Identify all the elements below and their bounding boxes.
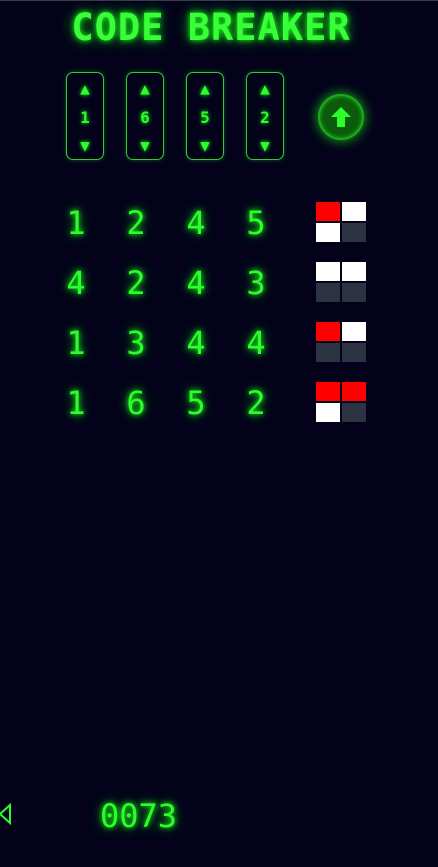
digit-selector-2: ▲ 6 ▼ bbox=[126, 72, 164, 160]
guess-row: 1 2 4 5 bbox=[0, 202, 438, 243]
digit-selector-4: ▲ 2 ▼ bbox=[246, 72, 284, 160]
feedback-peg-red bbox=[316, 322, 340, 341]
guess-digit: 5 bbox=[246, 204, 266, 242]
guess-digit: 1 bbox=[66, 384, 86, 422]
guess-digit: 4 bbox=[186, 324, 206, 362]
guess-digit: 3 bbox=[246, 264, 266, 302]
feedback-peg-empty bbox=[342, 283, 366, 302]
digit-selector-3: ▲ 5 ▼ bbox=[186, 72, 224, 160]
feedback-peg-red bbox=[342, 382, 366, 401]
feedback-pegs bbox=[316, 202, 366, 242]
feedback-pegs bbox=[316, 262, 366, 302]
feedback-peg-empty bbox=[342, 223, 366, 242]
submit-guess-button[interactable] bbox=[318, 94, 364, 140]
arrow-up-icon bbox=[331, 107, 351, 127]
feedback-peg-red bbox=[316, 382, 340, 401]
triangle-down-icon[interactable]: ▼ bbox=[67, 138, 103, 154]
selector-digit: 5 bbox=[200, 108, 210, 127]
guess-digit: 4 bbox=[246, 324, 266, 362]
triangle-down-icon[interactable]: ▼ bbox=[187, 138, 223, 154]
feedback-peg-white bbox=[342, 262, 366, 281]
guess-digit: 2 bbox=[246, 384, 266, 422]
move-counter: 0073 bbox=[100, 797, 178, 835]
feedback-peg-empty bbox=[342, 403, 366, 422]
selector-digit: 2 bbox=[260, 108, 270, 127]
feedback-peg-empty bbox=[316, 283, 340, 302]
feedback-peg-white bbox=[316, 403, 340, 422]
digit-selector-1: ▲ 1 ▼ bbox=[66, 72, 104, 160]
selector-digit: 1 bbox=[80, 108, 90, 127]
feedback-pegs bbox=[316, 382, 366, 422]
feedback-peg-empty bbox=[316, 343, 340, 362]
guess-row: 1 3 4 4 bbox=[0, 322, 438, 363]
triangle-left-icon[interactable] bbox=[0, 803, 12, 825]
feedback-pegs bbox=[316, 322, 366, 362]
guess-digit: 5 bbox=[186, 384, 206, 422]
triangle-up-icon[interactable]: ▲ bbox=[187, 81, 223, 97]
feedback-peg-empty bbox=[342, 343, 366, 362]
feedback-peg-red bbox=[316, 202, 340, 221]
triangle-up-icon[interactable]: ▲ bbox=[247, 81, 283, 97]
feedback-peg-white bbox=[316, 223, 340, 242]
guess-digit: 2 bbox=[126, 264, 146, 302]
triangle-down-icon[interactable]: ▼ bbox=[247, 138, 283, 154]
triangle-up-icon[interactable]: ▲ bbox=[67, 81, 103, 97]
triangle-down-icon[interactable]: ▼ bbox=[127, 138, 163, 154]
guess-digit: 4 bbox=[186, 204, 206, 242]
triangle-up-icon[interactable]: ▲ bbox=[127, 81, 163, 97]
guess-digit: 4 bbox=[186, 264, 206, 302]
feedback-peg-white bbox=[342, 202, 366, 221]
feedback-peg-white bbox=[342, 322, 366, 341]
top-border bbox=[0, 0, 438, 1]
guess-digit: 2 bbox=[126, 204, 146, 242]
guess-digit: 4 bbox=[66, 264, 86, 302]
game-title: CODE BREAKER bbox=[71, 6, 351, 49]
feedback-peg-white bbox=[316, 262, 340, 281]
guess-digit: 1 bbox=[66, 204, 86, 242]
guess-digit: 3 bbox=[126, 324, 146, 362]
guess-row: 1 6 5 2 bbox=[0, 382, 438, 423]
guess-row: 4 2 4 3 bbox=[0, 262, 438, 303]
guess-digit: 6 bbox=[126, 384, 146, 422]
guess-digit: 1 bbox=[66, 324, 86, 362]
selector-digit: 6 bbox=[140, 108, 150, 127]
